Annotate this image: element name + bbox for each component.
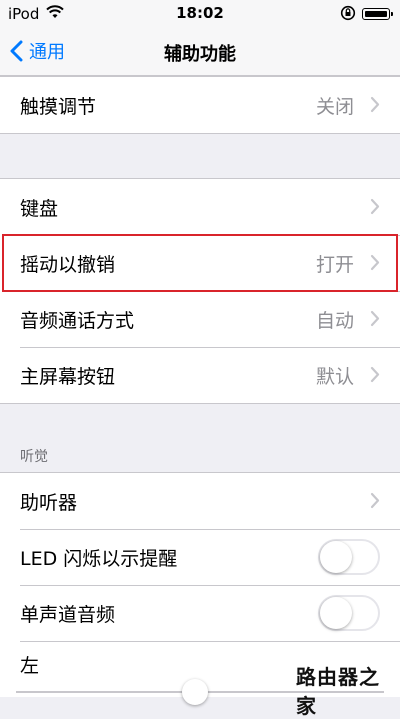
row-value: 打开 [315,254,354,276]
chevron-right-icon [370,254,380,271]
row-label: 助听器 [20,492,78,514]
balance-left-label: 左 [20,655,40,677]
orientation-lock-icon [340,5,356,25]
chevron-right-icon [370,198,380,215]
row-label: 音频通话方式 [20,310,135,332]
led-flash-toggle[interactable] [318,539,380,575]
row-label: 摇动以撤销 [20,254,116,276]
hearing-aids-row[interactable]: 助听器 [0,473,400,529]
chevron-right-icon [370,310,380,327]
row-label: 单声道音频 [20,604,116,626]
interaction-group: 键盘 摇动以撤销 打开 音频通话方式 自动 主屏幕按钮 默认 [0,178,400,404]
row-value: 关闭 [315,96,354,118]
row-label: 键盘 [20,198,59,220]
balance-slider-thumb[interactable] [182,679,208,705]
row-label: 触摸调节 [20,96,97,118]
touch-group: 触摸调节 关闭 [0,76,400,134]
battery-icon [362,8,393,20]
row-value: 默认 [315,366,354,388]
navigation-bar: 通用 辅助功能 [0,28,400,76]
page-title: 辅助功能 [164,44,236,65]
watermark: 路由器之家 [296,665,380,718]
mono-audio-toggle[interactable] [318,595,380,631]
chevron-right-icon [370,366,380,383]
call-audio-routing-row[interactable]: 音频通话方式 自动 [0,291,400,347]
touch-accommodations-row[interactable]: 触摸调节 关闭 [0,77,400,133]
row-label: LED 闪烁以示提醒 [20,548,178,570]
shake-to-undo-row[interactable]: 摇动以撤销 打开 [0,235,400,291]
keyboard-row[interactable]: 键盘 [0,179,400,235]
chevron-right-icon [370,492,380,509]
status-bar: iPod 18:02 [0,0,400,28]
row-label: 主屏幕按钮 [20,366,116,388]
mono-audio-row: 单声道音频 [0,585,400,641]
home-button-row[interactable]: 主屏幕按钮 默认 [0,347,400,403]
row-value: 自动 [315,310,354,332]
led-flash-row: LED 闪烁以示提醒 [0,529,400,585]
section-header-hearing: 听觉 [20,449,48,465]
chevron-right-icon [370,96,380,113]
